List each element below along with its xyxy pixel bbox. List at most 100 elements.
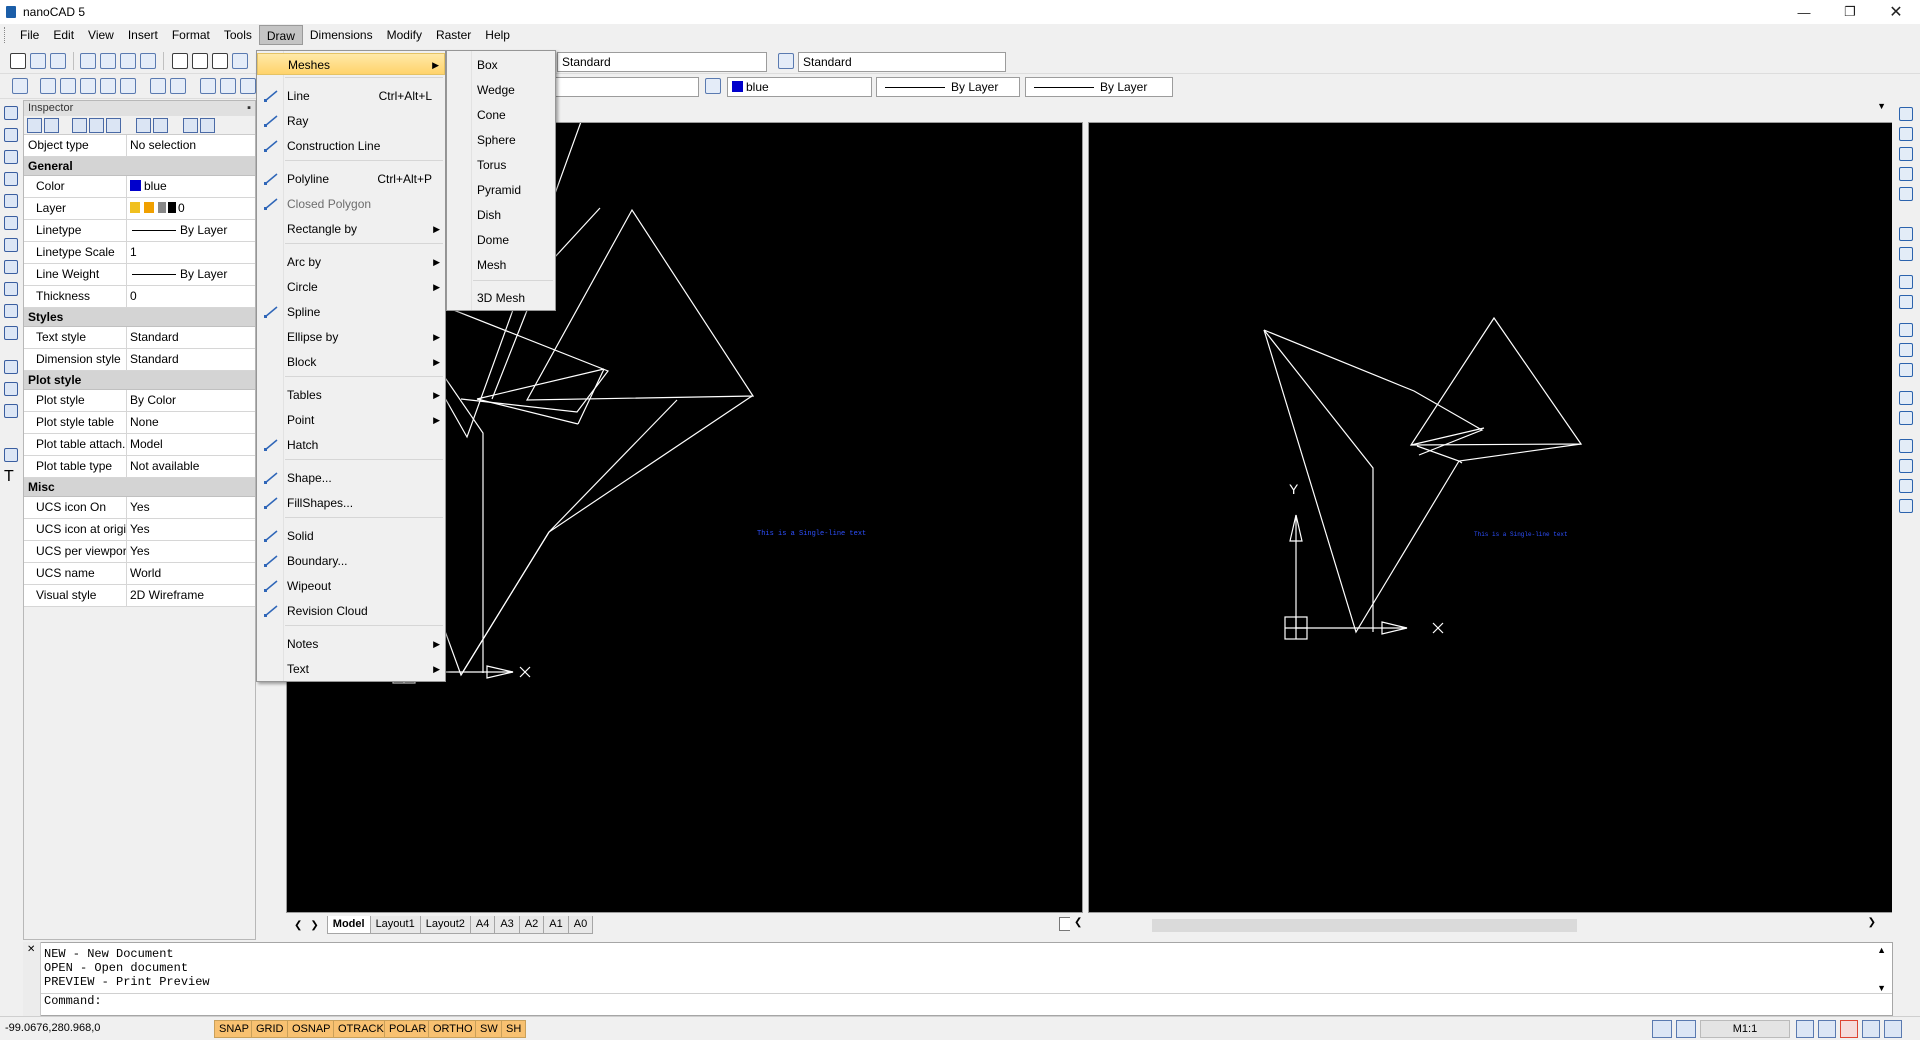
extend-icon[interactable] xyxy=(1899,343,1913,357)
text-style-combo[interactable]: Standard xyxy=(557,52,767,72)
draw-menu-item-block[interactable]: Block ▶ xyxy=(257,351,445,373)
save-icon[interactable] xyxy=(50,53,66,69)
menu-insert[interactable]: Insert xyxy=(121,25,165,45)
property-row[interactable]: UCS icon On Yes xyxy=(24,497,255,519)
open-icon[interactable] xyxy=(30,53,46,69)
tab-prev-icon[interactable]: ❮ xyxy=(286,920,310,931)
fillet-icon[interactable] xyxy=(1899,411,1913,425)
meshes-item-3d-mesh[interactable]: 3D Mesh xyxy=(447,287,555,309)
tab-a4[interactable]: A4 xyxy=(469,916,496,934)
scale-indicator[interactable]: M1:1 xyxy=(1700,1020,1790,1038)
property-row[interactable]: Plot table type Not available xyxy=(24,456,255,478)
region-tool-icon[interactable] xyxy=(4,404,18,418)
property-row[interactable]: Layer 0 xyxy=(24,198,255,220)
zoom-extents-icon[interactable] xyxy=(1862,1020,1880,1038)
meshes-item-box[interactable]: Box xyxy=(447,54,555,76)
menu-help[interactable]: Help xyxy=(478,25,517,45)
color-combo[interactable]: blue xyxy=(727,77,872,97)
line-tool-icon[interactable] xyxy=(4,106,18,120)
osnap-toggle[interactable]: OSNAP xyxy=(287,1020,336,1038)
menu-draw[interactable]: Draw xyxy=(258,25,303,45)
polygon-tool-icon[interactable] xyxy=(4,172,18,186)
draw-menu-item-solid[interactable]: Solid xyxy=(257,525,445,547)
grid-toggle[interactable]: GRID xyxy=(251,1020,289,1038)
property-value[interactable]: Yes xyxy=(127,519,255,540)
zoom-window-icon[interactable] xyxy=(1840,1020,1858,1038)
menu-edit[interactable]: Edit xyxy=(46,25,81,45)
quick-select-icon[interactable] xyxy=(89,118,104,133)
property-row[interactable]: Linetype By Layer xyxy=(24,220,255,242)
property-value[interactable]: By Layer xyxy=(127,264,255,285)
sw-toggle[interactable]: SW xyxy=(475,1020,503,1038)
dropdown-icon[interactable]: ▼ xyxy=(1877,101,1886,111)
rectangle-tool-icon[interactable] xyxy=(4,194,18,208)
ellipse-tool-icon[interactable] xyxy=(4,304,18,318)
property-value[interactable]: 2D Wireframe xyxy=(127,585,255,606)
layers-icon[interactable] xyxy=(12,78,28,94)
command-window[interactable]: NEW - New Document OPEN - Open document … xyxy=(23,942,1893,1016)
section-general[interactable]: General xyxy=(24,157,255,176)
print-icon[interactable] xyxy=(140,53,156,69)
zoom-realtime-icon[interactable] xyxy=(1884,1020,1902,1038)
cloud-tool-icon[interactable] xyxy=(4,260,18,274)
property-row[interactable]: Text style Standard xyxy=(24,327,255,349)
chamfer-icon[interactable] xyxy=(1899,391,1913,405)
mirror-icon[interactable] xyxy=(1899,147,1913,161)
close-button[interactable]: ✕ xyxy=(1874,0,1918,24)
property-value[interactable]: Yes xyxy=(127,541,255,562)
draw-menu-item-polyline[interactable]: Polyline Ctrl+Alt+P xyxy=(257,168,445,190)
match-properties-icon[interactable] xyxy=(232,53,248,69)
property-value[interactable]: World xyxy=(127,563,255,584)
scroll-right-icon[interactable]: ❯ xyxy=(1868,917,1876,928)
restore-button[interactable]: ❐ xyxy=(1828,0,1872,24)
section-misc[interactable]: Misc xyxy=(24,478,255,497)
paper-space-icon[interactable] xyxy=(1676,1020,1696,1038)
scale-icon[interactable] xyxy=(1899,275,1913,289)
sh-toggle[interactable]: SH xyxy=(501,1020,527,1038)
meshes-item-torus[interactable]: Torus xyxy=(447,154,555,176)
draw-menu-item-text[interactable]: Text ▶ xyxy=(257,658,445,680)
dimension-icon[interactable] xyxy=(60,78,76,94)
edit-polyline-icon[interactable] xyxy=(1899,479,1913,493)
property-row[interactable]: Thickness 0 xyxy=(24,286,255,308)
scroll-left-icon[interactable]: ❮ xyxy=(1074,917,1082,928)
measure-icon[interactable] xyxy=(120,78,136,94)
properties-icon[interactable] xyxy=(1899,499,1913,513)
snap-toggle[interactable]: SNAP xyxy=(214,1020,254,1038)
draw-menu-item-hatch[interactable]: Hatch xyxy=(257,434,445,456)
tab-next-icon[interactable]: ❯ xyxy=(310,920,326,931)
gradient-tool-icon[interactable] xyxy=(4,382,18,396)
publish-icon[interactable] xyxy=(120,53,136,69)
draw-menu-item-shape[interactable]: Shape... xyxy=(257,467,445,489)
scroll-down-icon[interactable]: ▼ xyxy=(1877,983,1886,993)
move-icon[interactable] xyxy=(1899,227,1913,241)
menu-dimensions[interactable]: Dimensions xyxy=(303,25,380,45)
draw-menu-item-ellipse-by[interactable]: Ellipse by ▶ xyxy=(257,326,445,348)
insert-block-icon[interactable] xyxy=(4,326,18,340)
angle-icon[interactable] xyxy=(150,78,166,94)
table-icon[interactable] xyxy=(100,78,116,94)
draw-menu-item-notes[interactable]: Notes ▶ xyxy=(257,633,445,655)
object-type-row[interactable]: Object type No selection xyxy=(24,135,255,157)
draw-menu-item-construction-line[interactable]: Construction Line xyxy=(257,135,445,157)
otrack-toggle[interactable]: OTRACK xyxy=(333,1020,389,1038)
close-command-icon[interactable]: ✕ xyxy=(27,944,35,955)
meshes-item-pyramid[interactable]: Pyramid xyxy=(447,179,555,201)
select-objects-icon[interactable] xyxy=(72,118,87,133)
tab-a3[interactable]: A3 xyxy=(494,916,520,934)
meshes-item-mesh[interactable]: Mesh xyxy=(447,254,555,276)
tab-layout1[interactable]: Layout1 xyxy=(369,916,421,934)
leader-icon[interactable] xyxy=(170,78,186,94)
property-row[interactable]: UCS per viewport Yes xyxy=(24,541,255,563)
command-window-grip[interactable]: ✕ xyxy=(23,942,41,1016)
circle-tool-icon[interactable] xyxy=(4,238,18,252)
draw-menu-item-boundary[interactable]: Boundary... xyxy=(257,550,445,572)
menubar-grip[interactable] xyxy=(4,27,7,43)
draw-menu-item-tables[interactable]: Tables ▶ xyxy=(257,384,445,406)
draw-menu-item-closed-polygon[interactable]: Closed Polygon xyxy=(257,193,445,215)
field-icon[interactable] xyxy=(240,78,256,94)
filter-icon[interactable] xyxy=(106,118,121,133)
tab-model[interactable]: Model xyxy=(326,916,371,934)
meshes-item-sphere[interactable]: Sphere xyxy=(447,129,555,151)
minimize-button[interactable]: — xyxy=(1782,0,1826,24)
